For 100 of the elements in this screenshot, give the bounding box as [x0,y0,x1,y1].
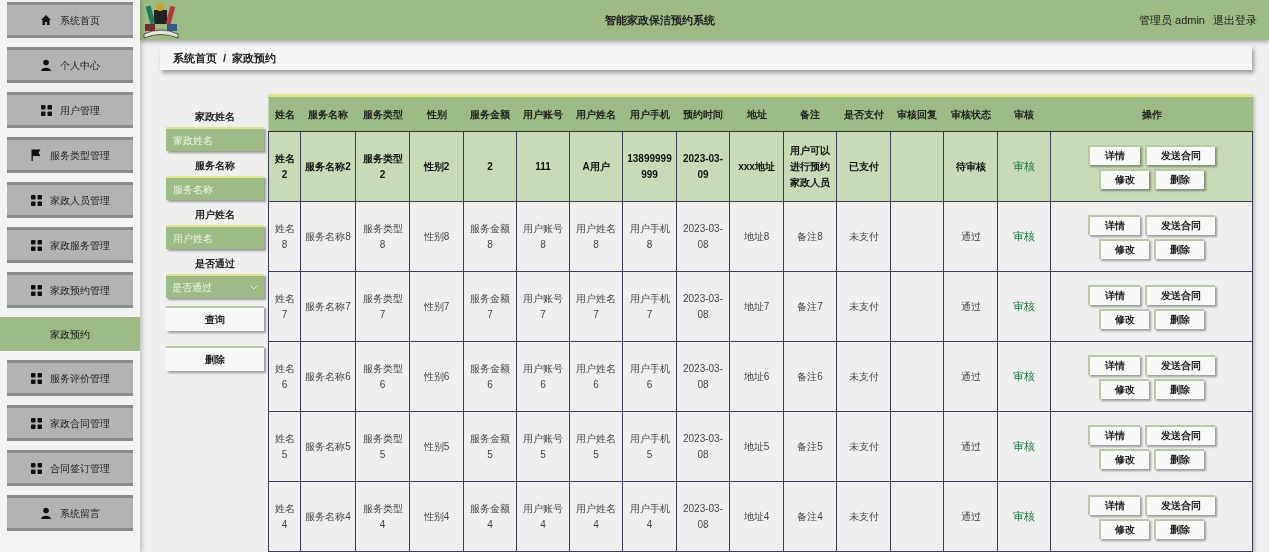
column-header: 地址 [729,97,784,132]
field-label: 用户姓名 [195,207,235,222]
table-cell: 姓名7 [274,292,295,320]
grid-icon [30,194,42,206]
row-action-button[interactable]: 发送合同 [1145,144,1215,165]
table-row[interactable]: 姓名6 服务名称6 服务类型6 性别6 服务金额6 用户账号6 用户姓名6 用户手机6 2023-03-08 地址6 备注6 未支付 通过 审核 详情 发送合同 修改 删除 [268,341,1253,412]
row-action-button[interactable]: 详情 [1088,354,1140,375]
review-link[interactable]: 审核 [1013,300,1035,313]
user-icon [40,59,52,71]
search-field[interactable]: 家政姓名 [166,127,264,151]
row-action-button[interactable]: 详情 [1088,494,1140,515]
table-cell: 用户姓名4 [576,502,616,530]
breadcrumb-separator: / [223,50,227,66]
table-cell: 服务金额6 [470,362,510,390]
row-action-button[interactable]: 删除 [1154,308,1204,329]
table-cell: 用户可以进行预约家政人员 [790,144,830,188]
table-row[interactable]: 姓名8 服务名称8 服务类型8 性别8 服务金额8 用户账号8 用户姓名8 用户手机8 2023-03-08 地址8 备注8 未支付 通过 审核 详情 发送合同 修改 删除 [268,201,1253,272]
row-action-button[interactable]: 删除 [1154,448,1204,469]
table-cell: A用户 [582,160,610,172]
row-action-button[interactable]: 删除 [1154,518,1204,539]
table-cell: 备注5 [797,440,823,452]
row-action-button[interactable]: 删除 [1154,378,1204,399]
table-cell: 备注7 [797,300,823,312]
column-header: 审核状态 [943,97,998,132]
review-link[interactable]: 审核 [1013,230,1035,243]
table-cell: 2023-03-08 [683,432,723,460]
sidebar-item[interactable]: 合同签订管理 [7,450,133,486]
table-row[interactable]: 姓名7 服务名称7 服务类型7 性别7 服务金额7 用户账号7 用户姓名7 用户手机7 2023-03-08 地址7 备注7 未支付 通过 审核 详情 发送合同 修改 删除 [268,271,1253,342]
table-row[interactable]: 姓名2 服务名称2 服务类型2 性别2 2 111 A用户 13899999999 2023-03-09 xxx地址 用户可以进行预约家政人员 已支付 待审核 审核 详情 发送合同 修改 删除 [268,131,1253,202]
table-cell: 姓名5 [274,432,295,460]
column-header: 操作 [1050,97,1253,132]
sidebar-subitem[interactable]: 家政预约 [0,317,140,351]
row-action-button[interactable]: 发送合同 [1145,424,1215,445]
search-field[interactable]: 服务名称 [166,176,264,200]
row-action-button[interactable]: 修改 [1099,518,1149,539]
table-row[interactable]: 姓名4 服务名称4 服务类型4 性别4 服务金额4 用户账号4 用户姓名4 用户手机4 2023-03-08 地址4 备注4 未支付 通过 审核 详情 发送合同 修改 删除 [268,481,1253,552]
row-action-button[interactable]: 详情 [1088,144,1140,165]
table-cell: 服务名称7 [305,300,351,312]
breadcrumb-current: 家政预约 [232,50,277,66]
row-action-button[interactable]: 修改 [1099,168,1149,189]
sidebar-item[interactable]: 家政人员管理 [7,182,133,218]
table-cell: 用户姓名5 [576,432,616,460]
row-action-button[interactable]: 发送合同 [1145,214,1215,235]
review-link[interactable]: 审核 [1013,440,1035,453]
row-action-button[interactable]: 发送合同 [1145,494,1215,515]
table-cell: 服务类型2 [362,152,403,180]
table-cell: 服务类型5 [362,432,403,460]
user-icon [40,507,52,519]
sidebar-item[interactable]: 系统首页 [7,2,133,38]
table-row[interactable]: 姓名5 服务名称5 服务类型5 性别5 服务金额5 用户账号5 用户姓名5 用户手机5 2023-03-08 地址5 备注5 未支付 通过 审核 详情 发送合同 修改 删除 [268,411,1253,482]
grid-icon [30,372,42,384]
row-action-button[interactable]: 删除 [1154,238,1204,259]
search-button[interactable]: 查询 [166,306,264,331]
table-cell: 2023-03-08 [683,362,723,390]
table-cell: 用户手机7 [629,292,670,320]
table-cell: 待审核 [955,160,986,172]
row-action-button[interactable]: 详情 [1088,284,1140,305]
sidebar-item[interactable]: 个人中心 [7,47,133,83]
table-cell: 用户姓名6 [576,362,616,390]
search-field[interactable]: 用户姓名 [166,225,264,249]
review-link[interactable]: 审核 [1013,370,1035,383]
table-cell: 备注4 [797,510,823,522]
logout-link[interactable]: 退出登录 [1213,11,1257,29]
table-cell: 未支付 [848,510,879,522]
delete-button[interactable]: 删除 [166,346,264,371]
row-action-button[interactable]: 详情 [1088,424,1140,445]
table-cell: 服务类型7 [362,292,403,320]
row-action-button[interactable]: 修改 [1099,308,1149,329]
row-action-button[interactable]: 修改 [1099,238,1149,259]
column-header: 备注 [783,97,837,132]
grid-icon [30,239,42,251]
table-cell: 服务类型8 [362,222,403,250]
row-action-button[interactable]: 发送合同 [1145,354,1215,375]
table-cell: 服务金额4 [470,502,510,530]
table-cell: 地址6 [743,370,770,382]
table-cell: 姓名6 [274,362,295,390]
sidebar-item[interactable]: 家政预约管理 [7,272,133,308]
table-cell: 性别7 [423,300,450,312]
row-action-button[interactable]: 删除 [1154,168,1204,189]
table-cell: 用户手机4 [629,502,670,530]
table-cell: 服务名称4 [305,510,351,522]
sidebar-item[interactable]: 服务类型管理 [7,137,133,173]
sidebar-item[interactable]: 用户管理 [7,92,133,128]
table-cell: 通过 [960,440,981,452]
breadcrumb-link[interactable]: 系统首页 [173,49,217,67]
review-link[interactable]: 审核 [1013,510,1035,523]
row-action-button[interactable]: 发送合同 [1145,284,1215,305]
review-link[interactable]: 审核 [1013,160,1035,173]
sidebar-item[interactable]: 家政服务管理 [7,227,133,263]
sidebar-item[interactable]: 家政合同管理 [7,405,133,441]
table-cell: 通过 [960,510,981,522]
row-action-button[interactable]: 修改 [1099,378,1149,399]
row-action-button[interactable]: 修改 [1099,448,1149,469]
sidebar-item[interactable]: 服务评价管理 [7,360,133,396]
table-cell: 未支付 [848,300,879,312]
row-action-button[interactable]: 详情 [1088,214,1140,235]
table-cell: 服务类型4 [362,502,403,530]
table-cell: 服务名称6 [305,370,351,382]
table-cell: 地址4 [743,510,770,522]
sidebar-item[interactable]: 系统留言 [7,495,133,531]
